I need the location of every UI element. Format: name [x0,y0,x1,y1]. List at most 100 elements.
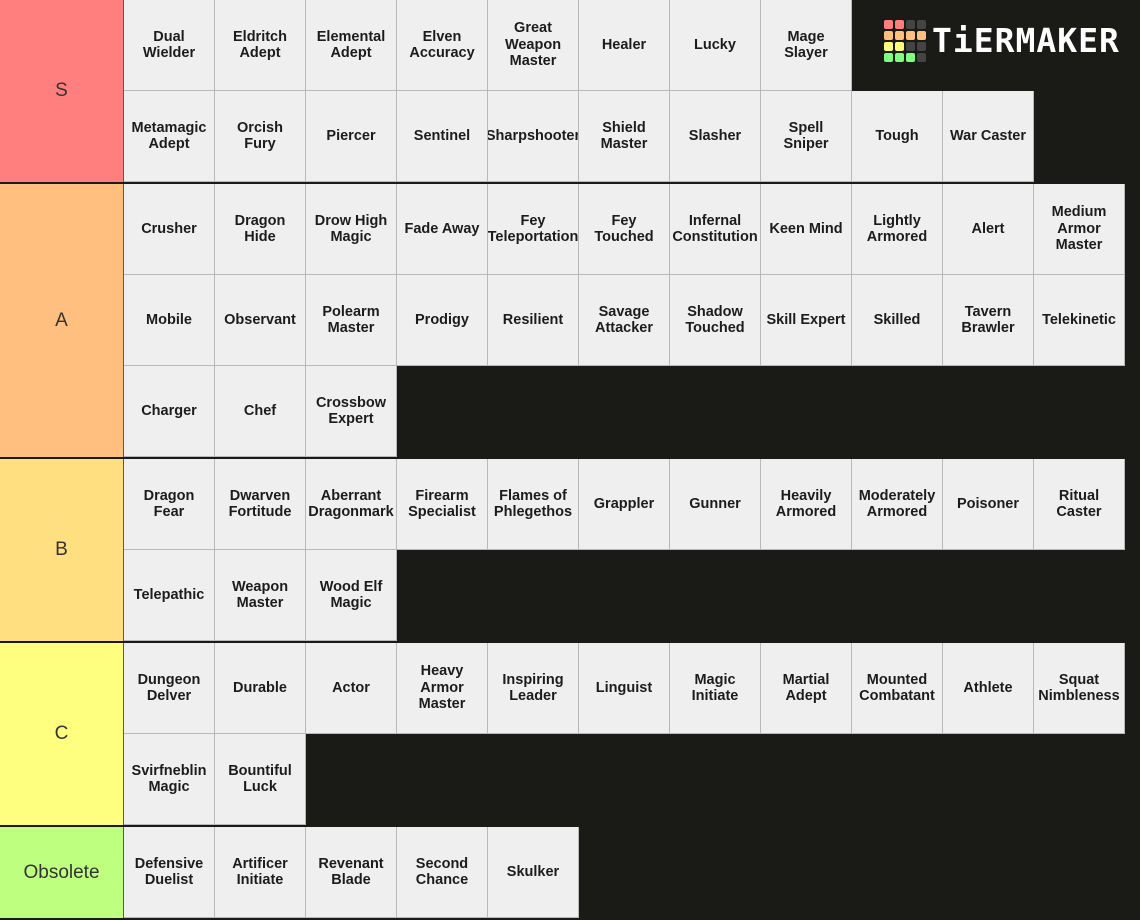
tier-label[interactable]: Obsolete [0,827,124,918]
tile-label-line: Fey [611,212,637,229]
tier-item-tile[interactable]: Durable [215,643,306,734]
tier-item-tile[interactable]: Dragon Hide [215,184,306,275]
tier-item-tile[interactable]: Skulker [488,827,579,918]
tile-label-line: Armored [775,504,837,520]
tier-item-tile[interactable]: Elemental Adept [306,0,397,91]
tier-item-tile[interactable]: Polearm Master [306,275,397,366]
logo-grid-cell [884,42,893,51]
tier-item-tile[interactable]: Tough [852,91,943,182]
tier-item-tile[interactable]: Spell Sniper [761,91,852,182]
tier-item-tile[interactable]: Resilient [488,275,579,366]
tier-item-tile[interactable]: Magic Initiate [670,643,761,734]
tile-label-line: Savage [598,303,650,320]
tier-item-tile[interactable]: Charger [124,366,215,457]
logo-grid-cell [917,31,926,40]
tier-item-tile[interactable]: Tavern Brawler [943,275,1034,366]
tier-item-tile[interactable]: Gunner [670,459,761,550]
tile-label-line: Blade [331,872,371,888]
tier-item-tile[interactable]: Eldritch Adept [215,0,306,91]
tile-label-line: Resilient [502,311,564,328]
tier-item-tile[interactable]: War Caster [943,91,1034,182]
tier-item-tile[interactable]: Telepathic [124,550,215,641]
tile-label-line: Tough [875,127,919,144]
tier-item-tile[interactable]: Medium Armor Master [1034,184,1125,275]
tier-item-tile[interactable]: Actor [306,643,397,734]
tier-item-tile[interactable]: Lightly Armored [852,184,943,275]
tier-item-tile[interactable]: Metamagic Adept [124,91,215,182]
tier-item-tile[interactable]: Athlete [943,643,1034,734]
tier-item-tile[interactable]: Mobile [124,275,215,366]
tier-item-tile[interactable]: Bountiful Luck [215,734,306,825]
tier-item-tile[interactable]: Flames of Phlegethos [488,459,579,550]
tier-item-tile[interactable]: Telekinetic [1034,275,1125,366]
tier-item-tile[interactable]: Fey Touched [579,184,670,275]
tier-label[interactable]: S [0,0,124,182]
tile-label-line: Durable [233,679,287,696]
tier-item-tile[interactable]: Svirfneblin Magic [124,734,215,825]
tier-item-tile[interactable]: Prodigy [397,275,488,366]
tile-label-line: Sentinel [413,127,471,144]
tier-item-tile[interactable]: Poisoner [943,459,1034,550]
tier-label[interactable]: C [0,643,124,825]
tier-item-tile[interactable]: Piercer [306,91,397,182]
tier-item-tile[interactable]: Skilled [852,275,943,366]
tier-item-tile[interactable]: Orcish Fury [215,91,306,182]
tier-item-tile[interactable]: Chef [215,366,306,457]
tier-item-tile[interactable]: Dual Wielder [124,0,215,91]
tier-items: Defensive Duelist Artificer Initiate Revenan… [124,827,1128,918]
tier-item-tile[interactable]: Grappler [579,459,670,550]
tier-item-tile[interactable]: Firearm Specialist [397,459,488,550]
tier-item-tile[interactable]: Skill Expert [761,275,852,366]
tier-item-tile[interactable]: Shadow Touched [670,275,761,366]
tier-item-tile[interactable]: Defensive Duelist [124,827,215,918]
tier-item-tile[interactable]: Great Weapon Master [488,0,579,91]
tile-label-line: Touched [594,229,654,245]
tile-label-line: Revenant [318,855,384,872]
tier-item-tile[interactable]: Aberrant Dragonmark [306,459,397,550]
tier-item-tile[interactable]: Second Chance [397,827,488,918]
tier-item-tile[interactable]: Dungeon Delver [124,643,215,734]
tier-item-tile[interactable]: Dwarven Fortitude [215,459,306,550]
tile-label-line: Weapon [231,578,289,595]
tier-item-tile[interactable]: Alert [943,184,1034,275]
tier-item-tile[interactable]: Inspiring Leader [488,643,579,734]
tier-item-tile[interactable]: Heavily Armored [761,459,852,550]
tier-item-tile[interactable]: Martial Adept [761,643,852,734]
tier-item-tile[interactable]: Fade Away [397,184,488,275]
tile-label-line: Armored [866,229,928,245]
tier-item-tile[interactable]: Infernal Constitution [670,184,761,275]
tier-item-tile[interactable]: Keen Mind [761,184,852,275]
tile-label-line: Crossbow [315,394,387,411]
tier-item-tile[interactable]: Dragon Fear [124,459,215,550]
tier-item-tile[interactable]: Savage Attacker [579,275,670,366]
tier-item-tile[interactable]: Heavy Armor Master [397,643,488,734]
tier-items: Crusher Dragon Hide Drow High Magic Fade Away… [124,184,1128,457]
tier-label[interactable]: B [0,459,124,641]
tier-item-tile[interactable]: Revenant Blade [306,827,397,918]
tier-item-tile[interactable]: Slasher [670,91,761,182]
tier-item-tile[interactable]: Fey Teleportation [488,184,579,275]
tier-item-tile[interactable]: Shield Master [579,91,670,182]
tier-item-tile[interactable]: Mounted Combatant [852,643,943,734]
tier-item-tile[interactable]: Sentinel [397,91,488,182]
tier-item-tile[interactable]: Ritual Caster [1034,459,1125,550]
tier-item-tile[interactable]: Linguist [579,643,670,734]
tier-item-tile[interactable]: Weapon Master [215,550,306,641]
tier-item-tile[interactable]: Crusher [124,184,215,275]
tile-label-line: Telekinetic [1042,311,1116,328]
tier-item-tile[interactable]: Mage Slayer [761,0,852,91]
tier-item-tile[interactable]: Moderately Armored [852,459,943,550]
tier-item-tile[interactable]: Sharpshooter [488,91,579,182]
tier-item-tile[interactable]: Wood Elf Magic [306,550,397,641]
tier-item-tile[interactable]: Lucky [670,0,761,91]
tier-item-tile[interactable]: Elven Accuracy [397,0,488,91]
tile-label-line: Sharpshooter [488,127,579,144]
tier-item-tile[interactable]: Crossbow Expert [306,366,397,457]
tier-item-tile[interactable]: Drow High Magic [306,184,397,275]
tier-item-tile[interactable]: Artificer Initiate [215,827,306,918]
tile-label-line: Initiate [691,688,739,704]
tier-item-tile[interactable]: Squat Nimbleness [1034,643,1125,734]
tier-label[interactable]: A [0,184,124,457]
tier-item-tile[interactable]: Observant [215,275,306,366]
tier-item-tile[interactable]: Healer [579,0,670,91]
